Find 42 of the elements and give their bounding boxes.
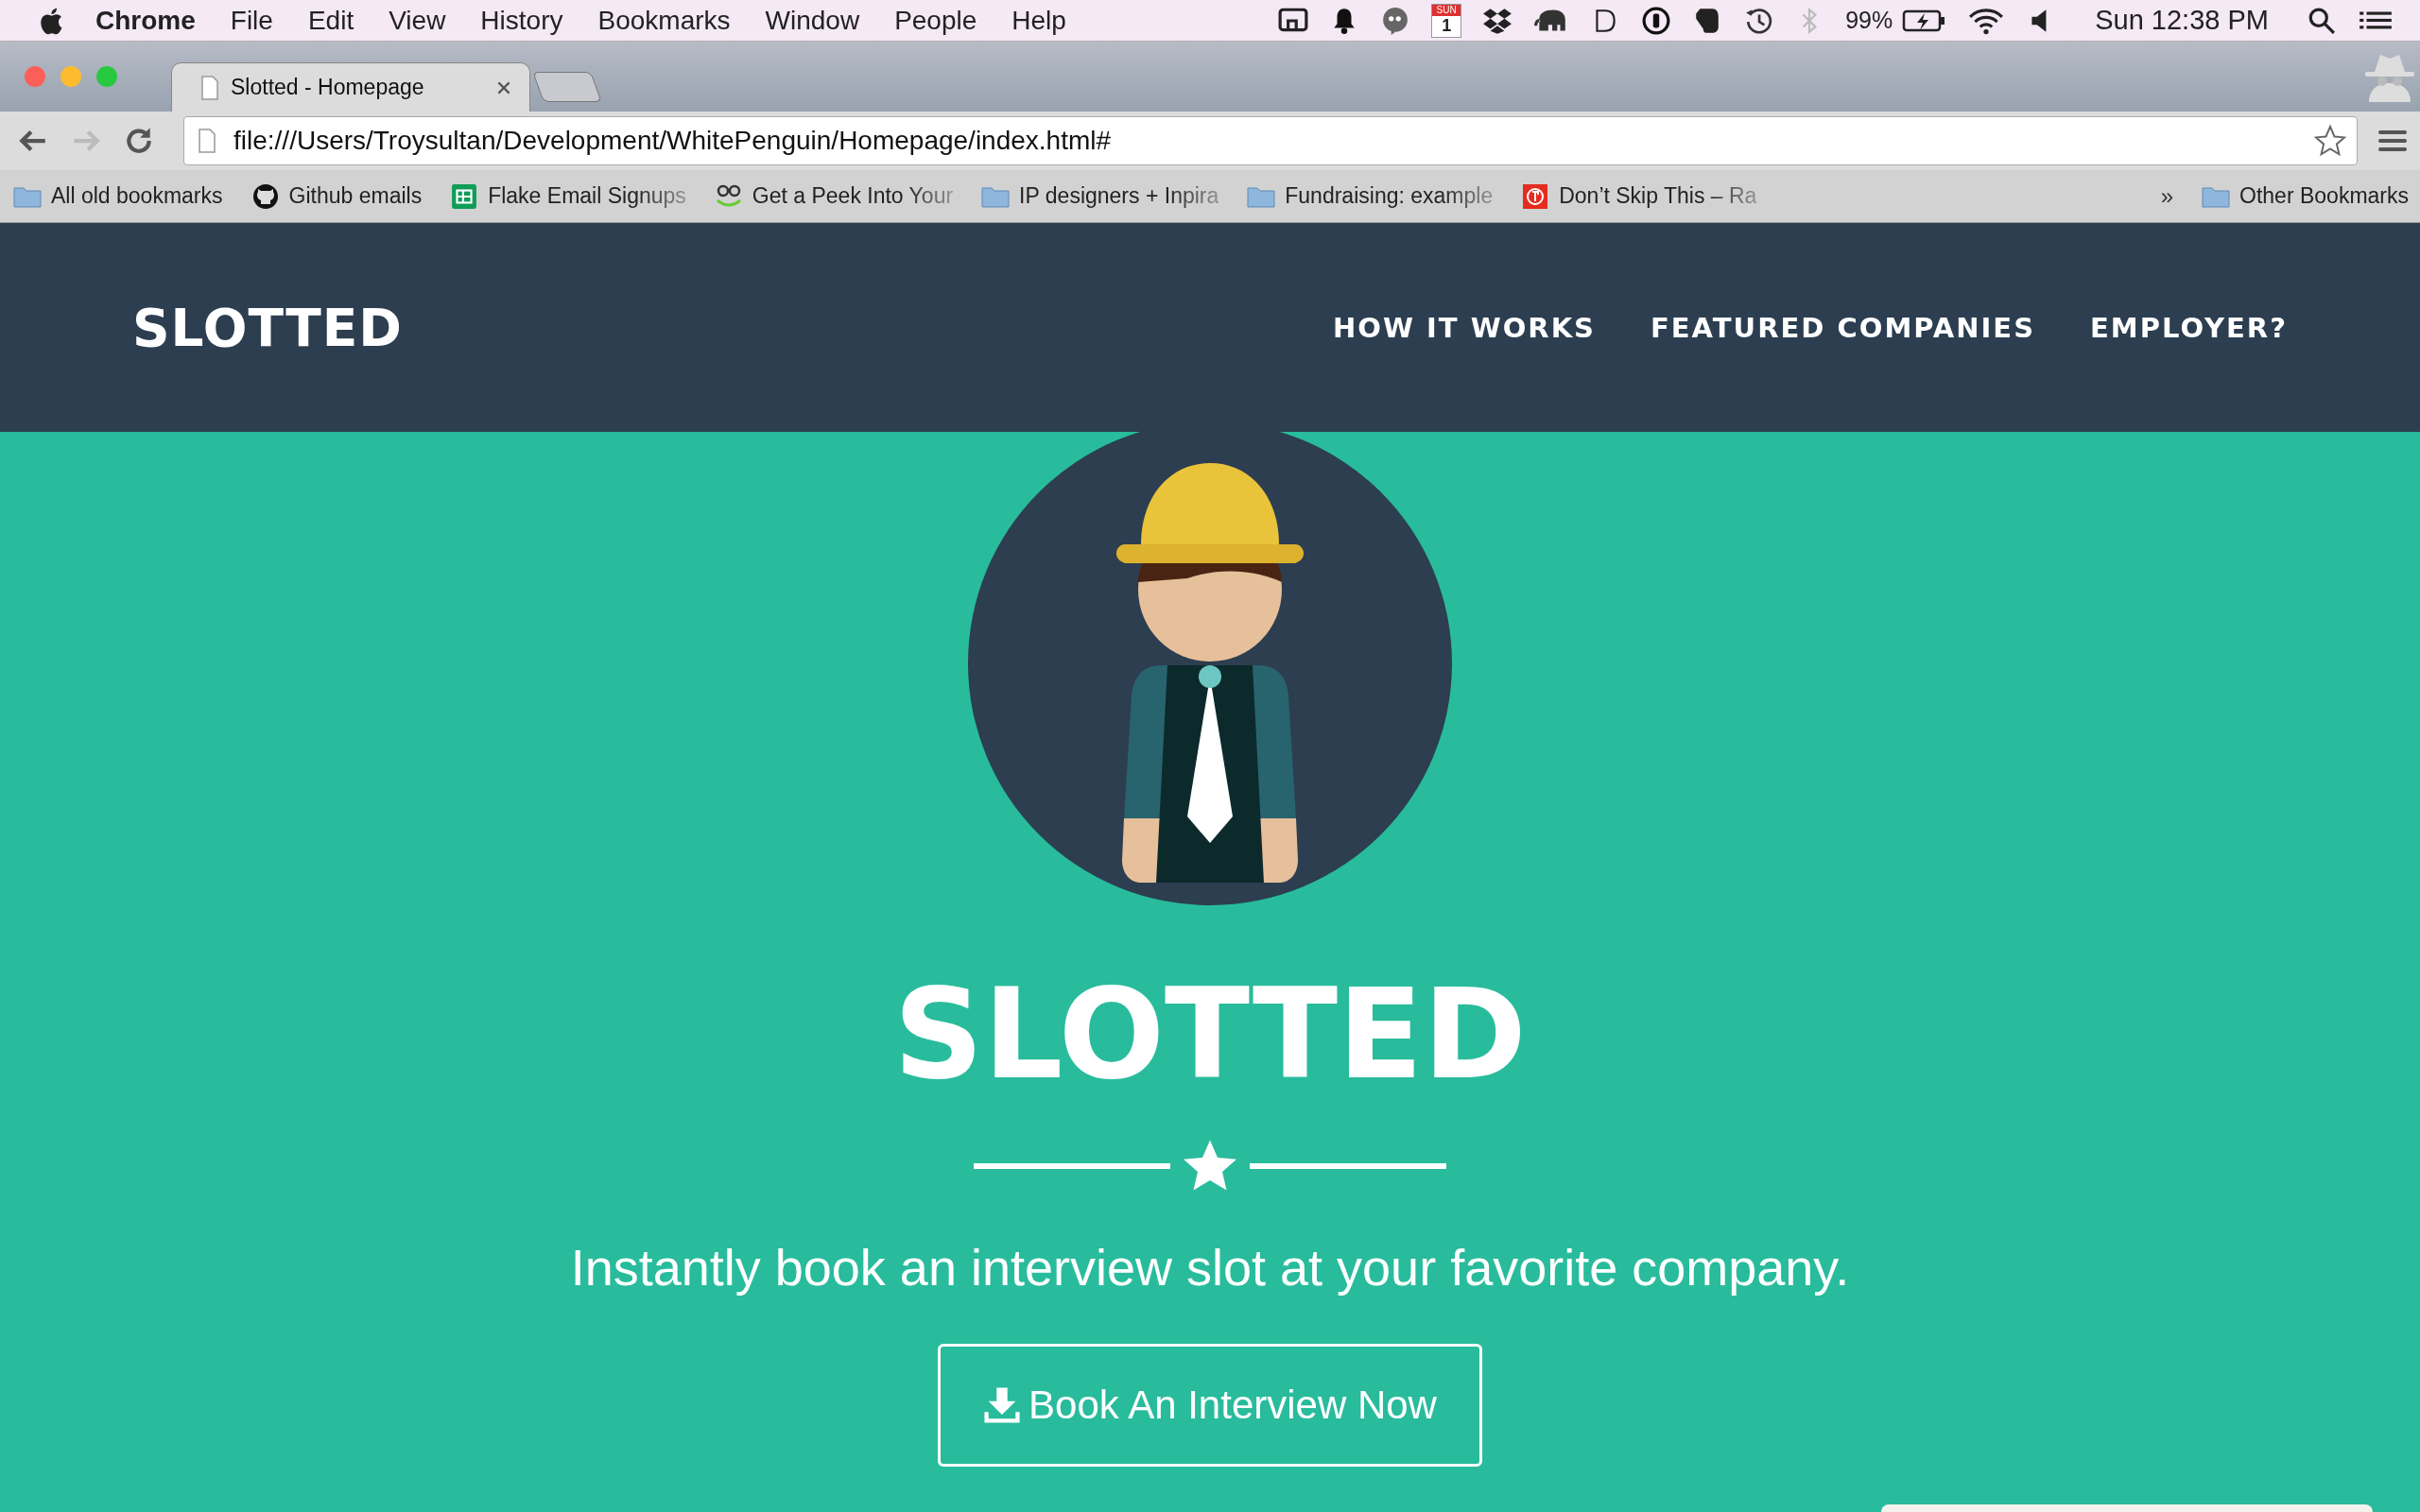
bookmark-folder[interactable]: Other Bookmarks <box>2202 182 2409 210</box>
menu-item[interactable]: File <box>230 5 273 36</box>
bookmarks-overflow-button[interactable]: » <box>2160 182 2174 210</box>
menu-app-name[interactable]: Chrome <box>95 5 196 36</box>
battery-percentage: 99% <box>1845 7 1893 34</box>
calendar-icon[interactable]: SUN 1 <box>1431 3 1462 38</box>
hero-title: SLOTTED <box>893 968 1527 1100</box>
nav-link[interactable]: EMPLOYER? <box>2090 311 2288 344</box>
menu-item[interactable]: Bookmarks <box>597 5 731 36</box>
search-icon[interactable] <box>2307 6 2337 35</box>
bookmark[interactable]: All old bookmarks <box>13 182 223 210</box>
bookmark[interactable]: IP designers + Inpira <box>981 182 1219 210</box>
bookmark[interactable]: Github emails <box>251 182 423 210</box>
star-outline-icon[interactable] <box>2313 124 2347 158</box>
bookmark[interactable]: Don’t Skip This – Ra <box>1521 182 1757 210</box>
bookmark[interactable]: Get a Peek Into Your <box>714 182 954 210</box>
tab-title: Slotted - Homepage <box>231 75 425 100</box>
nav-link[interactable]: FEATURED COMPANIES <box>1651 311 2036 344</box>
menu-icon[interactable] <box>2378 129 2407 153</box>
menu-item[interactable]: People <box>894 5 977 36</box>
menu-item[interactable]: View <box>389 5 446 36</box>
bookmark[interactable]: Fundraising: example <box>1247 182 1494 210</box>
browser-tab[interactable]: Slotted - Homepage <box>171 62 530 112</box>
site-logo[interactable]: SLOTTED <box>132 297 403 358</box>
wifi-icon[interactable] <box>1968 6 2005 35</box>
hero-tagline: Instantly book an interview slot at your favorite company. <box>570 1238 1850 1297</box>
clock[interactable]: Sun 12:38 PM <box>2095 5 2269 36</box>
page-icon <box>200 75 219 100</box>
address-field[interactable]: file:///Users/Troysultan/Development/WhitePenguin/Homepage/index.html# <box>183 116 2358 165</box>
time-machine-icon[interactable] <box>1743 6 1774 35</box>
bookmark[interactable]: Flake Email Signups <box>450 182 686 210</box>
menu-item[interactable]: Edit <box>307 5 354 36</box>
page-icon <box>198 129 216 153</box>
dropbox-icon[interactable] <box>1482 6 1513 35</box>
download-icon <box>983 1386 1022 1424</box>
menu-item[interactable]: Help <box>1011 5 1066 36</box>
menu-item[interactable]: Window <box>765 5 860 36</box>
menu-item[interactable]: History <box>480 5 563 36</box>
spreadsheet-icon <box>450 182 479 210</box>
cat-silhouette-icon <box>251 182 280 210</box>
nav-link[interactable]: HOW IT WORKS <box>1333 311 1596 344</box>
keyhole-icon[interactable] <box>1641 6 1672 35</box>
